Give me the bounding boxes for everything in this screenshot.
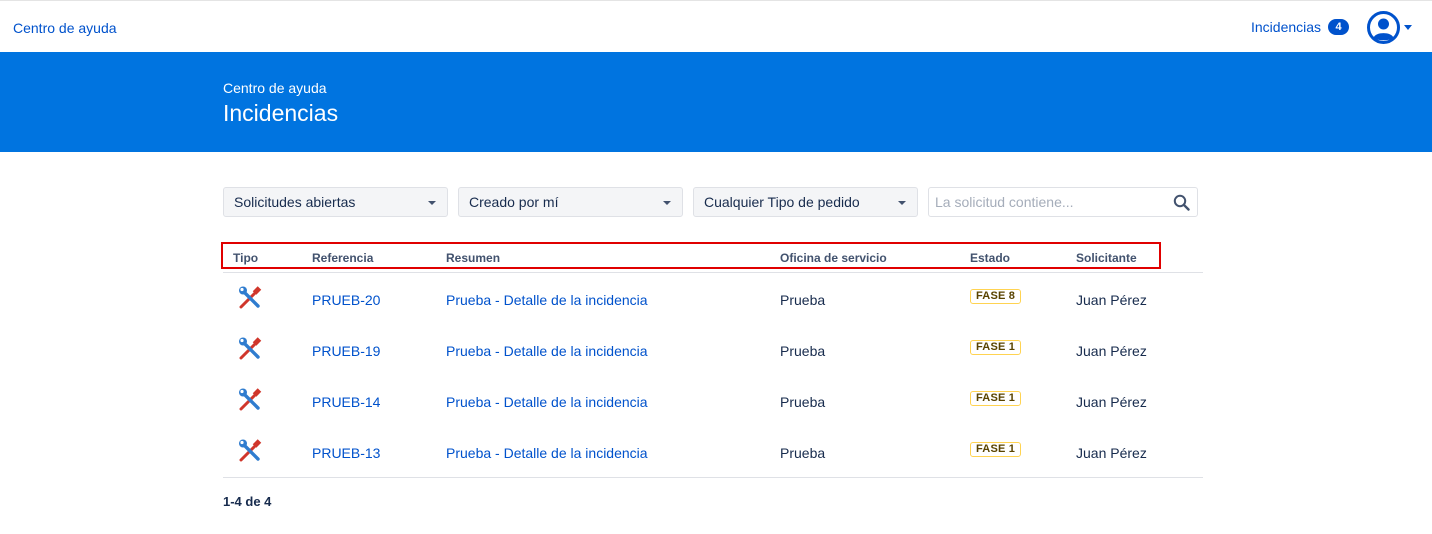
dropdown-arrow-icon: [663, 201, 671, 205]
dropdown-arrow-icon: [898, 201, 906, 205]
status-badge: FASE 1: [970, 442, 1022, 457]
column-header-tipo[interactable]: Tipo: [233, 251, 258, 265]
user-profile-menu[interactable]: [1367, 11, 1412, 44]
user-avatar-icon: [1367, 11, 1400, 44]
service-desk-cell: Prueba: [780, 445, 826, 461]
requester-cell: Juan Pérez: [1076, 343, 1147, 359]
issue-summary-link[interactable]: Prueba - Detalle de la incidencia: [446, 292, 648, 308]
page-header-banner: Centro de ayuda Incidencias: [0, 52, 1432, 152]
creator-filter-value: Creado por mí: [469, 194, 559, 210]
request-type-filter-select[interactable]: Cualquier Tipo de pedido: [693, 187, 918, 217]
table-row[interactable]: PRUEB-20 Prueba - Detalle de la incidenc…: [223, 273, 1203, 324]
requester-cell: Juan Pérez: [1076, 394, 1147, 410]
page-title: Incidencias: [223, 100, 339, 126]
filter-bar: Solicitudes abiertas Creado por mí Cualq…: [223, 187, 1198, 217]
requester-cell: Juan Pérez: [1076, 445, 1147, 461]
pagination-summary: 1-4 de 4: [223, 494, 272, 509]
issues-nav-label: Incidencias: [1251, 19, 1322, 35]
issue-reference-link[interactable]: PRUEB-20: [312, 292, 380, 308]
table-row[interactable]: PRUEB-19 Prueba - Detalle de la incidenc…: [223, 324, 1203, 375]
status-badge: FASE 8: [970, 289, 1022, 304]
status-filter-value: Solicitudes abiertas: [234, 194, 356, 210]
column-header-oficina[interactable]: Oficina de servicio: [780, 251, 887, 265]
table-row[interactable]: PRUEB-14 Prueba - Detalle de la incidenc…: [223, 375, 1203, 426]
issue-reference-link[interactable]: PRUEB-14: [312, 394, 380, 410]
issue-summary-link[interactable]: Prueba - Detalle de la incidencia: [446, 394, 648, 410]
issue-reference-link[interactable]: PRUEB-13: [312, 445, 380, 461]
issue-summary-link[interactable]: Prueba - Detalle de la incidencia: [446, 445, 648, 461]
issue-summary-link[interactable]: Prueba - Detalle de la incidencia: [446, 343, 648, 359]
issues-nav-link[interactable]: Incidencias 4: [1251, 19, 1350, 35]
status-filter-select[interactable]: Solicitudes abiertas: [223, 187, 448, 217]
status-badge: FASE 1: [970, 391, 1022, 406]
wrench-screwdriver-icon: [239, 286, 262, 309]
requester-cell: Juan Pérez: [1076, 292, 1147, 308]
table-header: Tipo Referencia Resumen Oficina de servi…: [223, 244, 1203, 273]
wrench-screwdriver-icon: [239, 439, 262, 462]
service-desk-cell: Prueba: [780, 343, 826, 359]
issue-reference-link[interactable]: PRUEB-19: [312, 343, 380, 359]
dropdown-arrow-icon: [428, 201, 436, 205]
column-header-solicitante[interactable]: Solicitante: [1076, 251, 1137, 265]
issues-count-badge: 4: [1328, 19, 1350, 35]
column-header-estado[interactable]: Estado: [970, 251, 1010, 265]
table-bottom-divider: [223, 477, 1203, 478]
wrench-screwdriver-icon: [239, 388, 262, 411]
creator-filter-select[interactable]: Creado por mí: [458, 187, 683, 217]
service-desk-cell: Prueba: [780, 394, 826, 410]
column-header-resumen[interactable]: Resumen: [446, 251, 500, 265]
search-icon[interactable]: [1173, 194, 1190, 211]
chevron-down-icon: [1404, 25, 1412, 30]
table-row[interactable]: PRUEB-13 Prueba - Detalle de la incidenc…: [223, 426, 1203, 477]
status-badge: FASE 1: [970, 340, 1022, 355]
issues-table: Tipo Referencia Resumen Oficina de servi…: [223, 244, 1203, 478]
request-type-filter-value: Cualquier Tipo de pedido: [704, 194, 860, 210]
search-box: [928, 187, 1198, 217]
help-center-link[interactable]: Centro de ayuda: [13, 20, 117, 36]
top-navigation-bar: Centro de ayuda Incidencias 4: [0, 0, 1432, 52]
wrench-screwdriver-icon: [239, 337, 262, 360]
breadcrumb[interactable]: Centro de ayuda: [223, 80, 327, 96]
search-input[interactable]: [929, 188, 1159, 216]
service-desk-cell: Prueba: [780, 292, 826, 308]
column-header-referencia[interactable]: Referencia: [312, 251, 373, 265]
